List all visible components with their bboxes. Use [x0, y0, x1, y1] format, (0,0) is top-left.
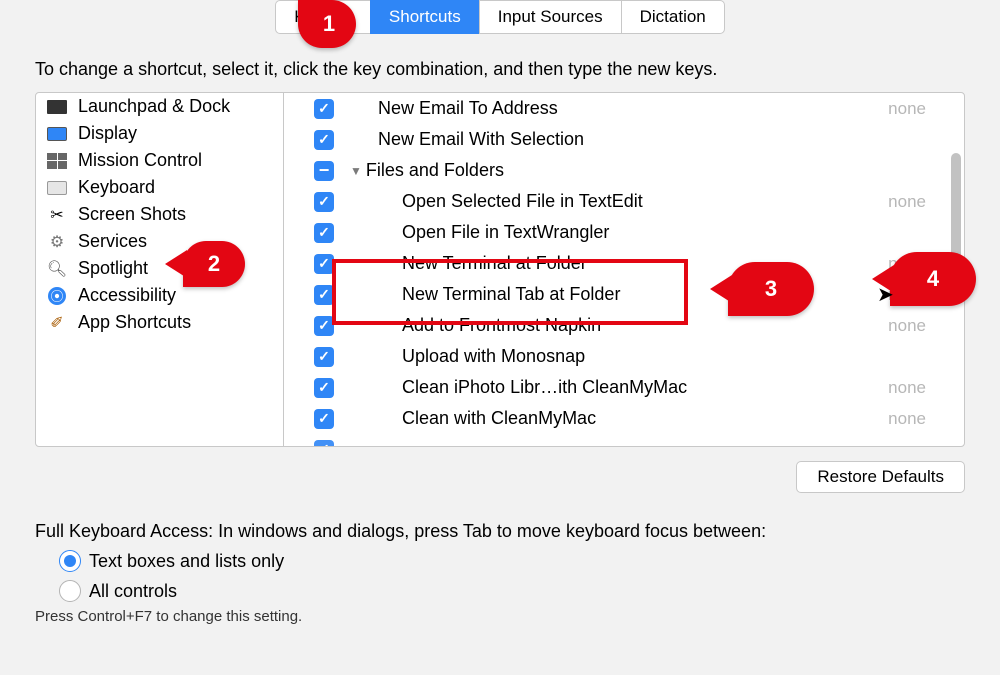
checkbox[interactable] — [314, 378, 334, 398]
checkbox[interactable] — [314, 316, 334, 336]
sidebar-item-label: App Shortcuts — [78, 312, 191, 333]
instruction-text: To change a shortcut, select it, click t… — [35, 59, 965, 80]
sidebar-item-label: Spotlight — [78, 258, 148, 279]
shortcut-row[interactable]: New Email To Address none — [284, 93, 964, 124]
app-shortcuts-icon: ✐ — [46, 313, 68, 333]
keyboard-icon — [46, 178, 68, 198]
display-icon — [46, 124, 68, 144]
checkbox[interactable] — [314, 192, 334, 212]
fka-heading: Full Keyboard Access: In windows and dia… — [35, 521, 965, 542]
shortcut-label: Clean with CleanMyMac — [402, 408, 866, 429]
sidebar-item-label: Launchpad & Dock — [78, 96, 230, 117]
checkbox[interactable] — [314, 347, 334, 367]
tab-dictation[interactable]: Dictation — [621, 0, 725, 34]
sidebar-item-app-shortcuts[interactable]: ✐ App Shortcuts — [36, 309, 283, 336]
launchpad-icon — [46, 97, 68, 117]
tab-bar: Keyboa Shortcuts Input Sources Dictation — [35, 0, 965, 34]
shortcut-label: Clean iPhoto Libr…ith CleanMyMac — [402, 377, 866, 398]
sidebar-item-keyboard[interactable]: Keyboard — [36, 174, 283, 201]
radio-button[interactable] — [59, 580, 81, 602]
shortcut-key[interactable]: none — [866, 378, 926, 398]
shortcut-label: Upload with Monosnap — [402, 346, 866, 367]
shortcut-group-row[interactable]: ▼ Files and Folders — [284, 155, 964, 186]
checkbox[interactable] — [314, 223, 334, 243]
sidebar-item-screen-shots[interactable]: ✂︎ Screen Shots — [36, 201, 283, 228]
shortcut-row[interactable]: Open File in TextWrangler — [284, 217, 964, 248]
group-label: Files and Folders — [366, 160, 866, 181]
shortcut-label: New Email With Selection — [378, 129, 866, 150]
fka-note: Press Control+F7 to change this setting. — [35, 608, 965, 625]
sidebar-item-display[interactable]: Display — [36, 120, 283, 147]
category-sidebar: Launchpad & Dock Display Mission Control… — [36, 93, 284, 446]
checkbox[interactable] — [314, 409, 334, 429]
radio-label: Text boxes and lists only — [89, 551, 284, 572]
accessibility-icon: ⦿ — [46, 286, 68, 306]
sidebar-item-label: Mission Control — [78, 150, 202, 171]
sidebar-item-mission-control[interactable]: Mission Control — [36, 147, 283, 174]
shortcut-label: Open File in TextWrangler — [402, 222, 866, 243]
sidebar-item-label: Display — [78, 123, 137, 144]
sidebar-item-label: Accessibility — [78, 285, 176, 306]
restore-row: Restore Defaults — [35, 461, 965, 493]
radio-text-boxes[interactable]: Text boxes and lists only — [59, 550, 965, 572]
annotation-marker-1: 1 — [298, 0, 356, 48]
shortcut-key[interactable]: none — [866, 316, 926, 336]
checkbox[interactable] — [314, 130, 334, 150]
gear-icon: ⚙︎ — [46, 232, 68, 252]
radio-button[interactable] — [59, 550, 81, 572]
shortcut-row[interactable]: Upload with Monosnap — [284, 341, 964, 372]
sidebar-item-spotlight[interactable]: 🔍︎ Spotlight — [36, 255, 283, 282]
restore-defaults-button[interactable]: Restore Defaults — [796, 461, 965, 493]
annotation-marker-4: 4 — [890, 252, 976, 306]
shortcut-label: Add to Frontmost Napkin — [402, 315, 866, 336]
shortcut-row[interactable]: Clean iPhoto Libr…ith CleanMyMac none — [284, 372, 964, 403]
sidebar-item-accessibility[interactable]: ⦿ Accessibility — [36, 282, 283, 309]
shortcuts-list: New Email To Address none New Email With… — [284, 93, 964, 446]
shortcut-row[interactable]: New Email With Selection — [284, 124, 964, 155]
tab-shortcuts[interactable]: Shortcuts — [370, 0, 479, 34]
checkbox[interactable] — [314, 254, 334, 274]
annotation-marker-2: 2 — [183, 241, 245, 287]
sidebar-item-launchpad[interactable]: Launchpad & Dock — [36, 93, 283, 120]
shortcut-label: New Email To Address — [378, 98, 866, 119]
shortcut-row[interactable]: New Terminal at Folder none — [284, 248, 964, 279]
radio-label: All controls — [89, 581, 177, 602]
tab-input-sources[interactable]: Input Sources — [479, 0, 621, 34]
checkbox[interactable] — [314, 440, 334, 447]
camera-icon: ✂︎ — [46, 205, 68, 225]
shortcut-row[interactable]: Clean with CleanMyMac none — [284, 403, 964, 434]
checkbox-mixed[interactable] — [314, 161, 334, 181]
keyboard-preferences-pane: Keyboa Shortcuts Input Sources Dictation… — [0, 0, 1000, 645]
shortcut-row-partial[interactable] — [284, 434, 964, 446]
disclosure-triangle-icon[interactable]: ▼ — [350, 164, 362, 178]
sidebar-item-label: Keyboard — [78, 177, 155, 198]
shortcut-row[interactable]: Open Selected File in TextEdit none — [284, 186, 964, 217]
checkbox[interactable] — [314, 99, 334, 119]
shortcut-row[interactable]: New Terminal Tab at Folder none — [284, 279, 964, 310]
shortcut-label: Open Selected File in TextEdit — [402, 191, 866, 212]
full-keyboard-access-section: Full Keyboard Access: In windows and dia… — [35, 521, 965, 625]
cursor-icon: ➤ — [877, 282, 894, 307]
sidebar-item-label: Services — [78, 231, 147, 252]
checkbox[interactable] — [314, 285, 334, 305]
shortcut-key[interactable]: none — [866, 192, 926, 212]
spotlight-icon: 🔍︎ — [46, 259, 68, 279]
shortcut-row[interactable]: Add to Frontmost Napkin none — [284, 310, 964, 341]
mission-control-icon — [46, 151, 68, 171]
shortcut-key[interactable]: none — [866, 409, 926, 429]
radio-all-controls[interactable]: All controls — [59, 580, 965, 602]
sidebar-item-label: Screen Shots — [78, 204, 186, 225]
annotation-marker-3: 3 — [728, 262, 814, 316]
sidebar-item-services[interactable]: ⚙︎ Services — [36, 228, 283, 255]
shortcut-key[interactable]: none — [866, 99, 926, 119]
